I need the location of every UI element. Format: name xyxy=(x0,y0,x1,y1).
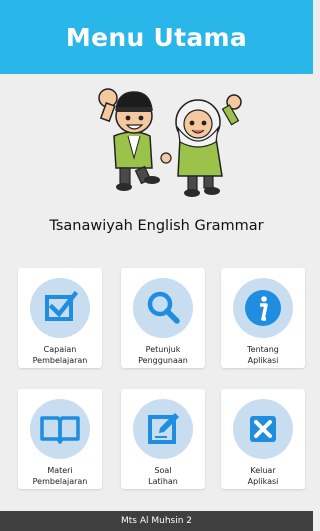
app-title: Tsanawiyah English Grammar xyxy=(49,218,264,234)
book-icon xyxy=(40,416,80,444)
icon-circle xyxy=(30,399,90,459)
app-header: Menu Utama xyxy=(0,0,313,74)
menu-label-line1: Soal xyxy=(154,466,172,475)
menu-label-line2: Aplikasi xyxy=(247,477,279,486)
menu-label: Petunjuk Penggunaan xyxy=(121,344,205,366)
menu-petunjuk-penggunaan[interactable]: Petunjuk Penggunaan xyxy=(121,268,205,368)
menu-capaian-pembelajaran[interactable]: Capaian Pembelajaran xyxy=(18,268,102,368)
girl-mascot xyxy=(160,94,242,197)
footer-text: Mts Al Muhsin 2 xyxy=(120,516,192,526)
boy-mascot xyxy=(98,88,160,191)
icon-circle xyxy=(133,399,193,459)
menu-label: Soal Latihan xyxy=(121,465,205,487)
search-icon xyxy=(147,291,180,324)
menu-label: Materi Pembelajaran xyxy=(18,465,102,487)
menu-label: Tentang Aplikasi xyxy=(221,344,305,366)
menu-keluar-aplikasi[interactable]: Keluar Aplikasi xyxy=(221,389,305,489)
page-title: Menu Utama xyxy=(65,22,248,52)
students-mascot-illustration xyxy=(94,80,244,200)
menu-label-line1: Materi xyxy=(47,466,73,475)
icon-circle xyxy=(233,399,293,459)
menu-label-line2: Latihan xyxy=(148,477,178,486)
menu-label-line2: Aplikasi xyxy=(247,356,279,365)
icon-circle xyxy=(30,278,90,338)
menu-label-line2: Pembelajaran xyxy=(32,356,88,365)
menu-label: Keluar Aplikasi xyxy=(221,465,305,487)
menu-label-line2: Penggunaan xyxy=(138,356,188,365)
checkbox-icon xyxy=(45,290,79,321)
menu-tentang-aplikasi[interactable]: Tentang Aplikasi xyxy=(221,268,305,368)
menu-materi-pembelajaran[interactable]: Materi Pembelajaran xyxy=(18,389,102,489)
menu-label-line1: Petunjuk xyxy=(145,345,181,354)
close-icon xyxy=(250,416,276,442)
edit-icon xyxy=(148,413,179,444)
icon-circle xyxy=(133,278,193,338)
menu-soal-latihan[interactable]: Soal Latihan xyxy=(121,389,205,489)
menu-label-line1: Capaian xyxy=(43,345,77,354)
menu-label-line1: Tentang xyxy=(247,345,279,354)
menu-label: Capaian Pembelajaran xyxy=(18,344,102,366)
menu-label-line1: Keluar xyxy=(250,466,276,475)
menu-label-line2: Pembelajaran xyxy=(32,477,88,486)
footer-bar: Mts Al Muhsin 2 xyxy=(0,511,313,531)
icon-circle xyxy=(233,278,293,338)
info-icon xyxy=(245,290,281,326)
